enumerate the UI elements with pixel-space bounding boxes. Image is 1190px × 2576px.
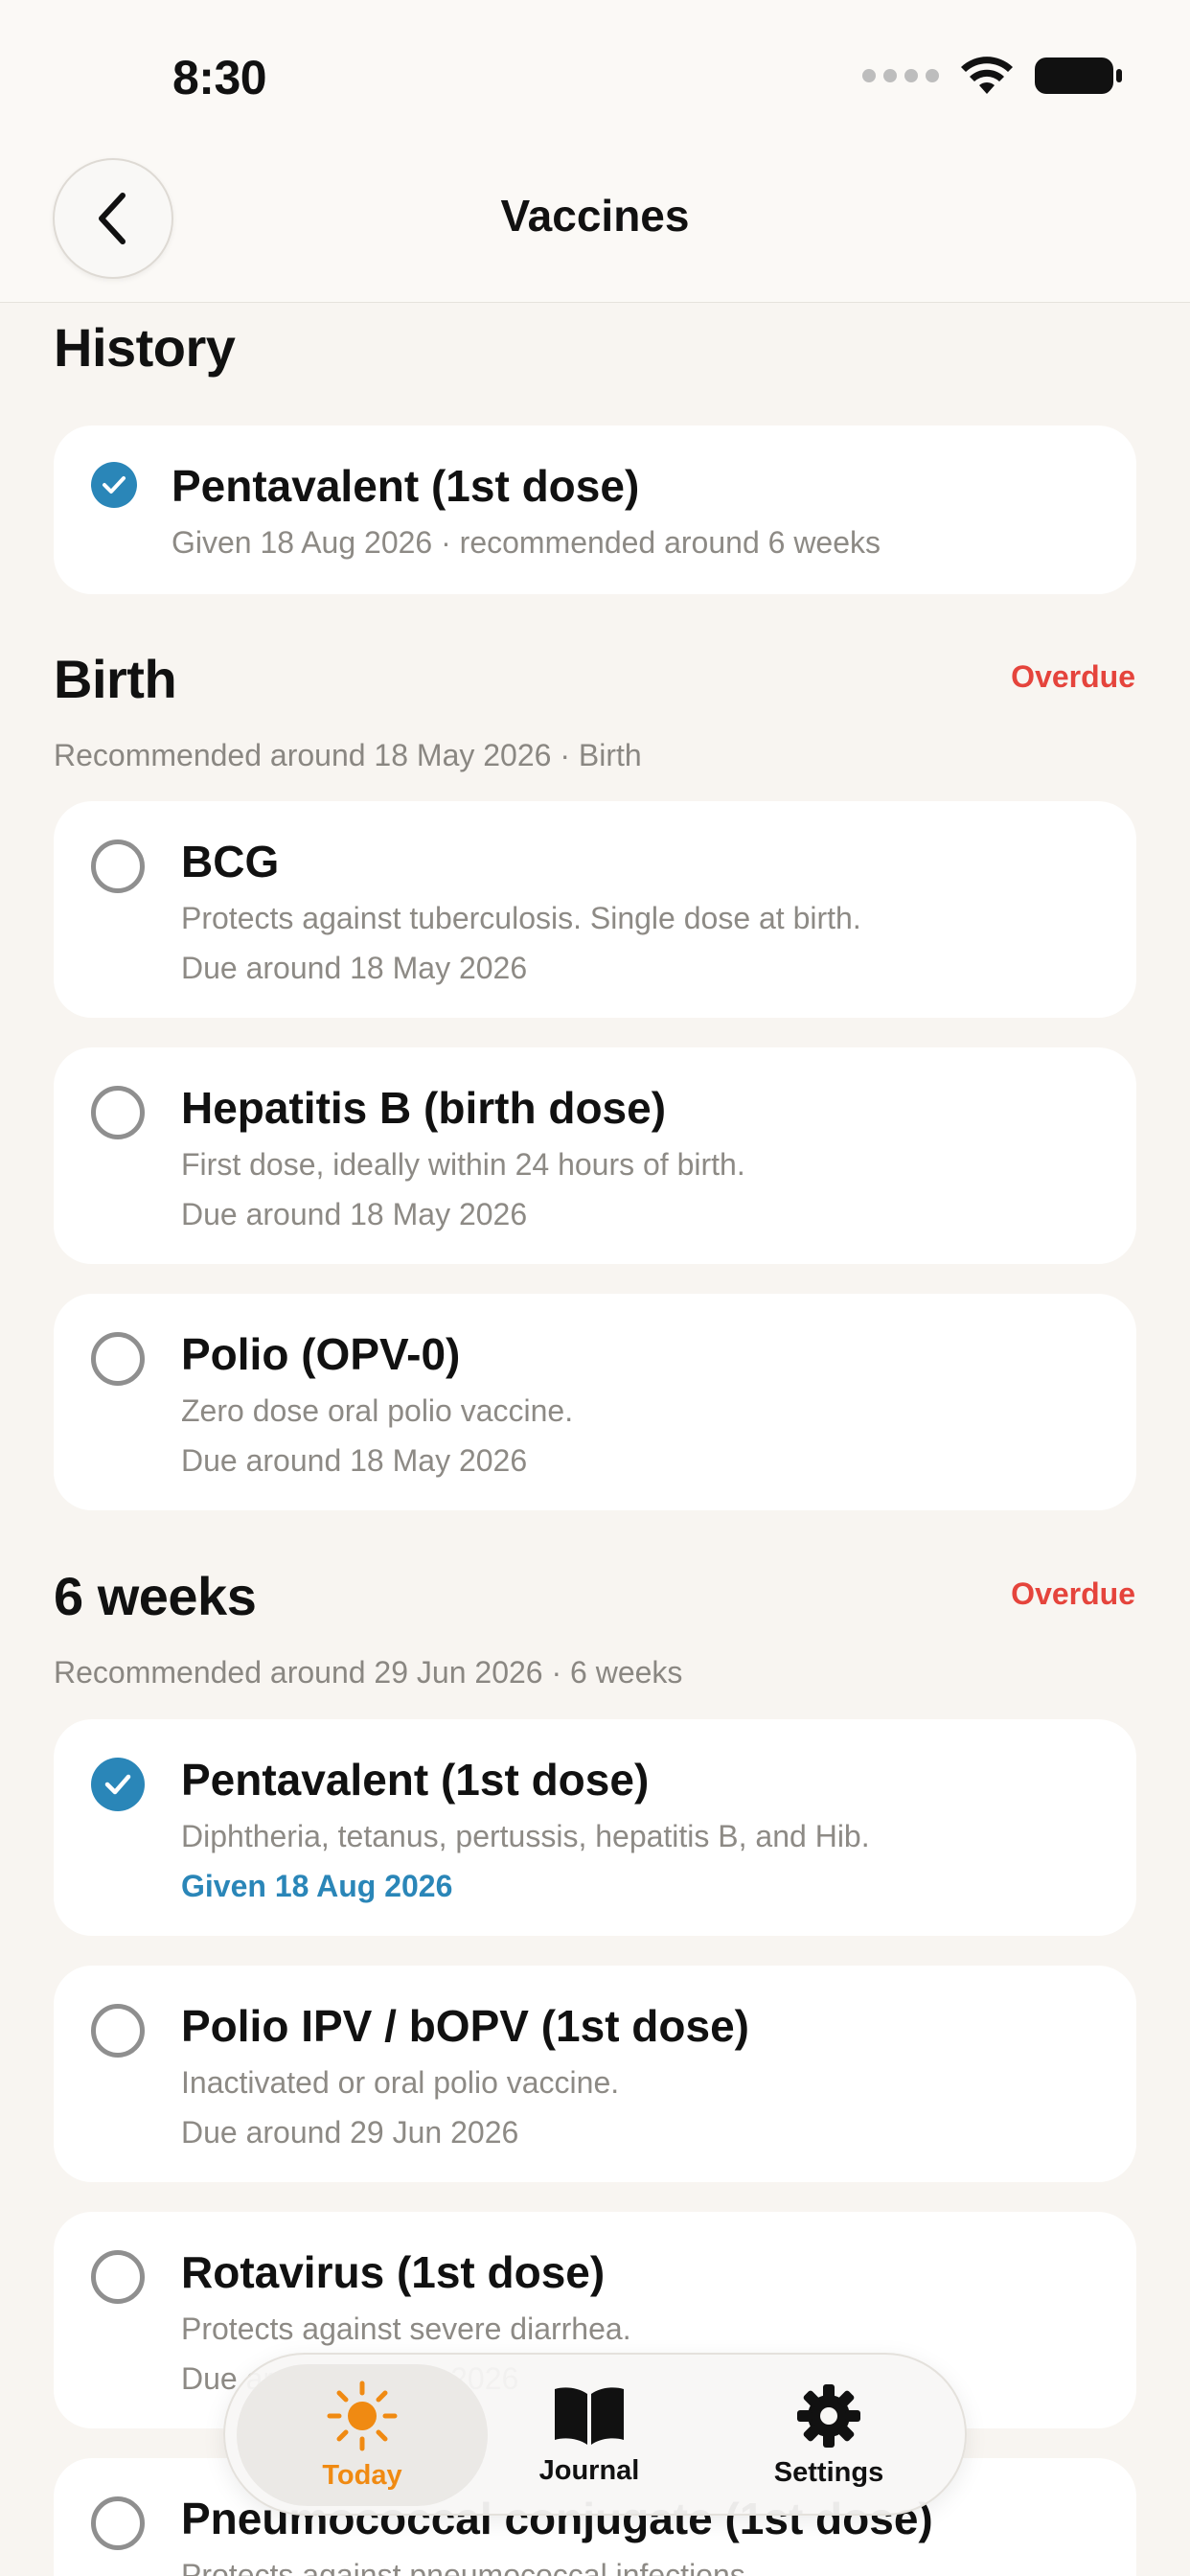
vaccine-description: First dose, ideally within 24 hours of b…	[181, 1147, 745, 1182]
vaccine-name: Pentavalent (1st dose)	[181, 1755, 650, 1805]
vaccine-description: Zero dose oral polio vaccine.	[181, 1393, 574, 1428]
six-weeks-recommended: Recommended around 29 Jun 2026 · 6 weeks	[54, 1655, 683, 1690]
tab-bar: Today Journal Settings	[223, 2353, 967, 2516]
vaccine-description: Protects against severe diarrhea.	[181, 2312, 631, 2346]
vaccine-card-polio-opv0[interactable]: Polio (OPV-0) Zero dose oral polio vacci…	[54, 1294, 1136, 1510]
history-section-title: History	[54, 317, 236, 378]
history-item-detail: Given 18 Aug 2026 · recommended around 6…	[172, 525, 881, 560]
birth-section-title: Birth	[54, 649, 177, 709]
vaccine-name: Rotavirus (1st dose)	[181, 2247, 606, 2297]
top-bar: 8:30 Vaccines	[0, 0, 1190, 303]
vaccine-description: Diphtheria, tetanus, pertussis, hepatiti…	[181, 1819, 870, 1853]
page-title: Vaccines	[500, 191, 690, 241]
vaccine-card-hepatitis-b[interactable]: Hepatitis B (birth dose) First dose, ide…	[54, 1047, 1136, 1264]
six-weeks-status-badge: Overdue	[1011, 1576, 1135, 1611]
tab-journal-label: Journal	[538, 2454, 640, 2486]
vaccine-card-pentavalent[interactable]: Pentavalent (1st dose) Diphtheria, tetan…	[54, 1719, 1136, 1936]
birth-status-badge: Overdue	[1011, 659, 1135, 694]
vaccine-due: Due around 18 May 2026	[181, 951, 528, 985]
tab-today[interactable]: Today	[237, 2364, 488, 2506]
wifi-icon	[961, 57, 1013, 94]
tab-today-label: Today	[322, 2459, 402, 2491]
book-icon	[555, 2386, 624, 2445]
history-item[interactable]: Pentavalent (1st dose) Given 18 Aug 2026…	[54, 426, 1136, 594]
tab-journal[interactable]: Journal	[513, 2364, 666, 2506]
status-time: 8:30	[172, 51, 267, 104]
vaccine-card-bcg[interactable]: BCG Protects against tuberculosis. Singl…	[54, 801, 1136, 1018]
vaccine-due: Due around 29 Jun 2026	[181, 2115, 519, 2150]
sun-icon	[327, 2380, 398, 2450]
birth-recommended: Recommended around 18 May 2026 · Birth	[54, 738, 642, 772]
history-item-name: Pentavalent (1st dose)	[172, 461, 640, 511]
vaccine-name: Hepatitis B (birth dose)	[181, 1083, 667, 1133]
six-weeks-section-title: 6 weeks	[54, 1566, 257, 1626]
vaccine-due: Due around 18 May 2026	[181, 1197, 528, 1231]
checkmark-icon[interactable]	[91, 1758, 145, 1811]
unchecked-circle-icon[interactable]	[91, 840, 145, 893]
vaccines-screen: 8:30 Vaccines History Pentavalent (1st d…	[0, 0, 1190, 2576]
vaccine-due: Due around 18 May 2026	[181, 1443, 528, 1478]
vaccine-name: Polio IPV / bOPV (1st dose)	[181, 2001, 749, 2051]
unchecked-circle-icon[interactable]	[91, 1086, 145, 1139]
vaccine-name: Polio (OPV-0)	[181, 1329, 461, 1379]
vaccine-name: BCG	[181, 837, 280, 886]
gear-icon	[797, 2383, 860, 2448]
unchecked-circle-icon[interactable]	[91, 2250, 145, 2304]
vaccine-description: Protects against tuberculosis. Single do…	[181, 901, 861, 935]
vaccine-description: Inactivated or oral polio vaccine.	[181, 2065, 620, 2100]
battery-icon	[1035, 58, 1122, 94]
cellular-signal-icon	[862, 69, 939, 82]
vaccine-description: Protects against pneumococcal infections…	[181, 2558, 754, 2576]
tab-settings[interactable]: Settings	[752, 2364, 905, 2506]
checkmark-icon[interactable]	[91, 462, 137, 508]
unchecked-circle-icon[interactable]	[91, 1332, 145, 1386]
status-icons	[862, 56, 1123, 96]
unchecked-circle-icon[interactable]	[91, 2004, 145, 2058]
vaccine-card-polio-ipv[interactable]: Polio IPV / bOPV (1st dose) Inactivated …	[54, 1966, 1136, 2182]
unchecked-circle-icon[interactable]	[91, 2496, 145, 2550]
vaccine-given-date: Given 18 Aug 2026	[181, 1869, 453, 1903]
tab-settings-label: Settings	[773, 2456, 884, 2488]
